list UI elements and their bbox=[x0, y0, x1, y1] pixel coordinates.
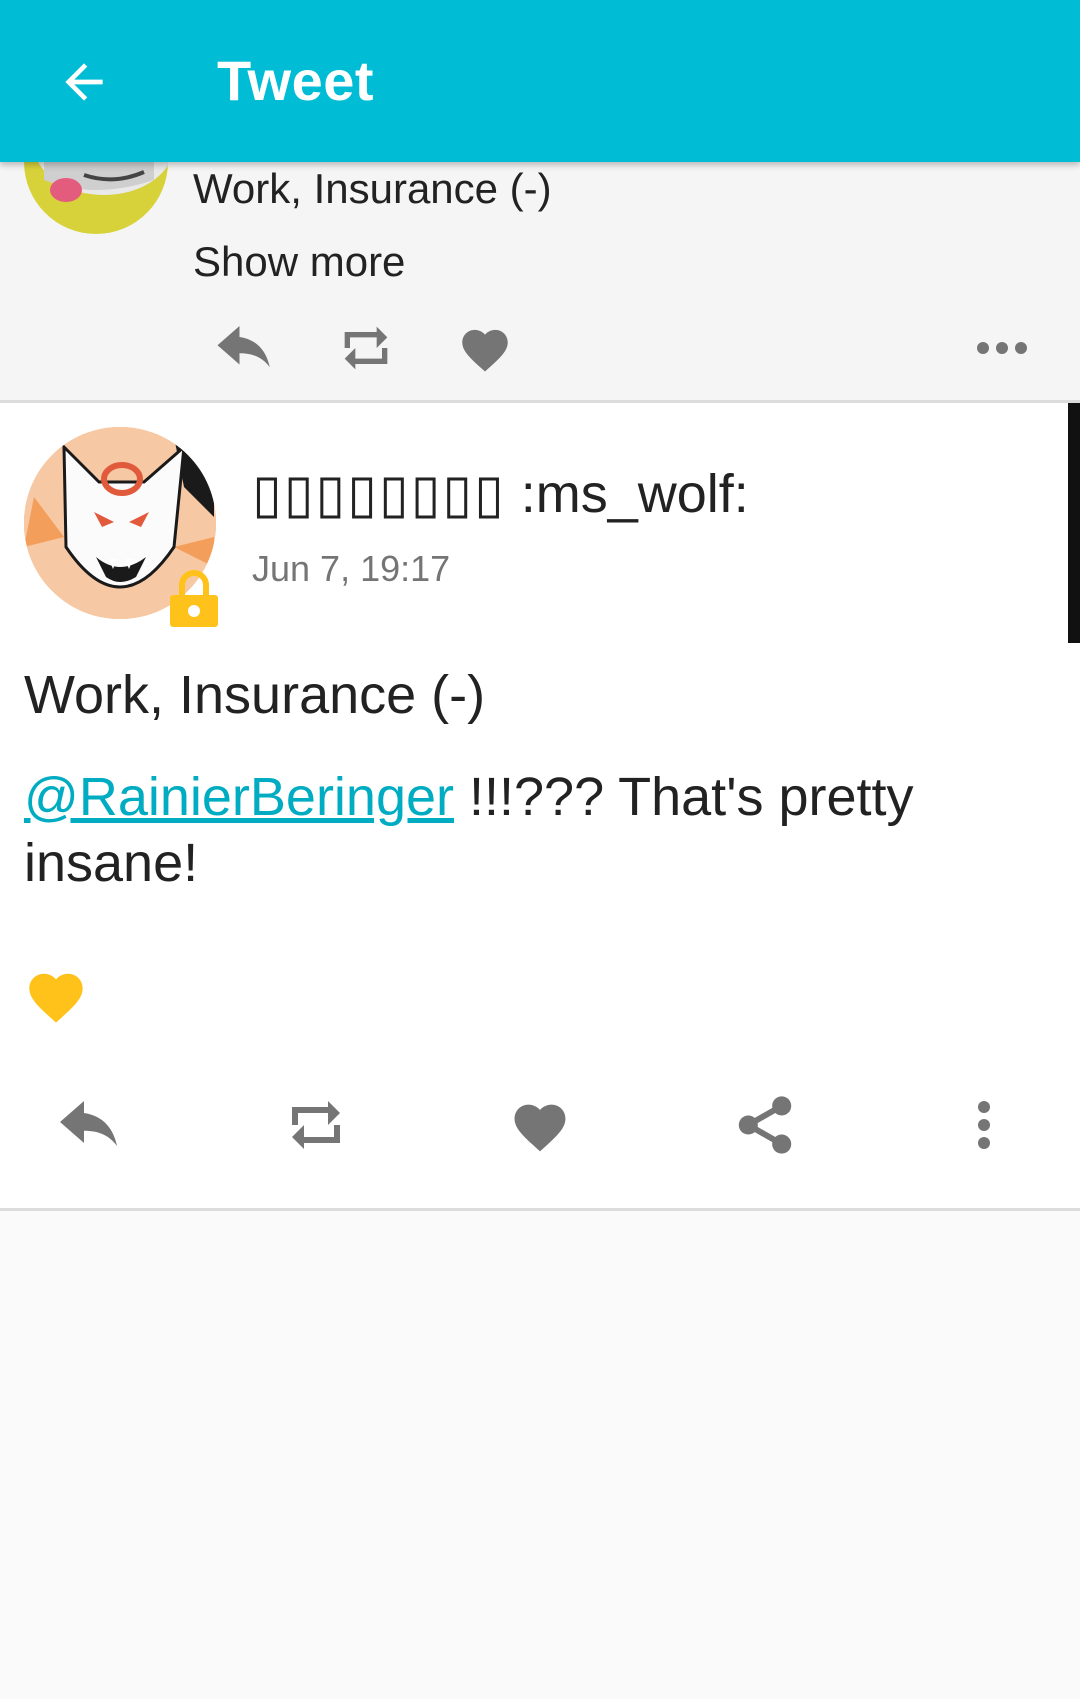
app-bar: Tweet bbox=[0, 0, 1080, 162]
timestamp: Jun 7, 19:17 bbox=[252, 548, 451, 589]
display-name-emoji-shortcode: :ms_wolf: bbox=[505, 464, 749, 524]
heart-icon[interactable] bbox=[508, 1090, 572, 1160]
favourited-heart-icon bbox=[24, 968, 88, 1024]
more-vertical-icon[interactable] bbox=[972, 1090, 996, 1160]
arrow-left-icon bbox=[65, 63, 103, 101]
reply-icon[interactable] bbox=[210, 318, 280, 378]
content-warning: Work, Insurance (-) bbox=[24, 665, 486, 725]
reply-icon[interactable] bbox=[52, 1090, 128, 1160]
heart-icon[interactable] bbox=[455, 318, 515, 378]
back-button[interactable] bbox=[42, 40, 126, 124]
more-horizontal-icon[interactable] bbox=[972, 318, 1032, 378]
retweet-icon[interactable] bbox=[330, 318, 402, 378]
mention-link[interactable]: @RainierBeringer bbox=[24, 767, 454, 827]
page-title: Tweet bbox=[217, 49, 375, 112]
status-actions bbox=[0, 1090, 1080, 1160]
display-name-unrendered-glyphs: ▯▯▯▯▯▯▯▯ bbox=[252, 464, 506, 524]
share-icon[interactable] bbox=[735, 1090, 795, 1160]
scrollbar[interactable] bbox=[1068, 403, 1080, 643]
status-body: @RainierBeringer !!!??? That's pretty in… bbox=[24, 764, 1024, 896]
show-more-button[interactable]: Show more bbox=[193, 238, 405, 286]
lock-icon bbox=[168, 569, 220, 629]
display-name[interactable]: ▯▯▯▯▯▯▯▯ :ms_wolf: bbox=[252, 462, 749, 525]
previous-status-actions bbox=[0, 318, 1080, 378]
previous-status-content-warning: Work, Insurance (-) bbox=[193, 165, 552, 212]
retweet-icon[interactable] bbox=[276, 1090, 356, 1160]
